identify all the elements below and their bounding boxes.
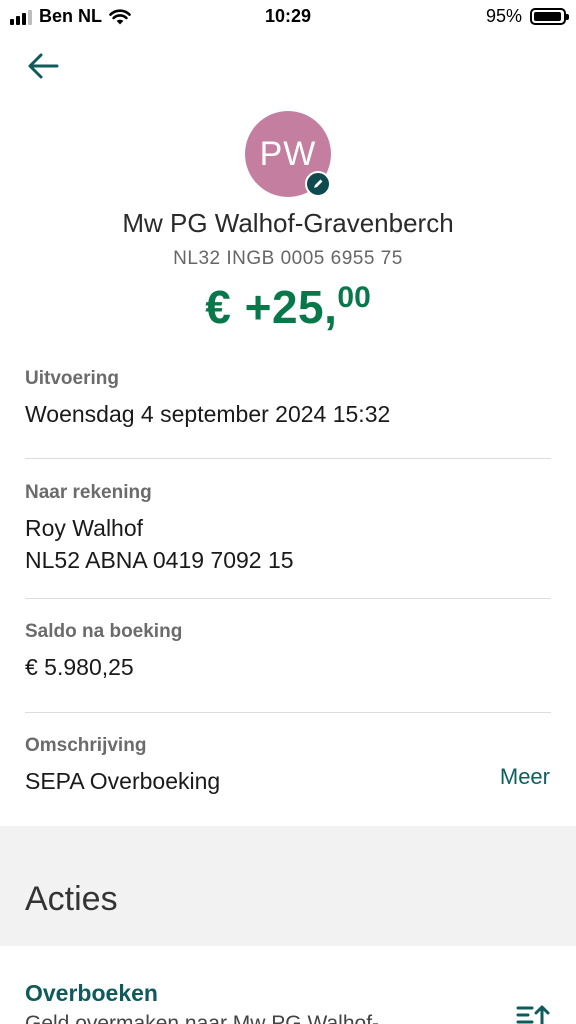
balance-section: Saldo na boeking € 5.980,25: [25, 621, 551, 683]
avatar-initials: PW: [259, 134, 317, 173]
more-link[interactable]: Meer: [500, 764, 550, 790]
pencil-icon: [314, 179, 323, 188]
transfer-icon: [516, 1005, 550, 1024]
battery-icon: [530, 8, 569, 25]
status-right: 95%: [485, 6, 569, 27]
status-bar: Ben NL 10:29 95%: [0, 0, 576, 34]
divider: [25, 458, 551, 459]
execution-value: Woensdag 4 september 2024 15:32: [25, 401, 391, 427]
arrow-left-icon: [28, 53, 59, 79]
balance-value: € 5.980,25: [25, 654, 134, 680]
action-title: Overboeken: [25, 980, 158, 1006]
actions-title: Acties: [25, 880, 118, 918]
action-description: Geld overmaken naar Mw PG Walhof-: [25, 1012, 380, 1024]
to-account-iban: NL52 ABNA 0419 7092 15: [25, 547, 294, 573]
to-account-section: Naar rekening Roy Walhof NL52 ABNA 0419 …: [25, 482, 551, 576]
counterparty-name: Mw PG Walhof-Gravenberch: [122, 208, 454, 238]
battery-percent: 95%: [485, 6, 522, 26]
edit-avatar-button[interactable]: [305, 171, 331, 197]
amount-main: € +25,: [205, 281, 338, 333]
divider: [25, 712, 551, 713]
divider: [25, 598, 551, 599]
counterparty-iban: NL32 INGB 0005 6955 75: [173, 248, 403, 269]
balance-label: Saldo na boeking: [25, 621, 183, 642]
transaction-amount: € +25,00: [0, 280, 576, 334]
back-button[interactable]: [24, 48, 62, 84]
transfer-action[interactable]: Overboeken Geld overmaken naar Mw PG Wal…: [0, 946, 576, 1024]
description-value: SEPA Overboeking: [25, 768, 221, 794]
to-account-label: Naar rekening: [25, 482, 152, 503]
description-section: Omschrijving SEPA Overboeking: [25, 735, 551, 797]
to-account-name: Roy Walhof: [25, 515, 144, 541]
description-label: Omschrijving: [25, 735, 147, 756]
amount-cents: 00: [337, 281, 371, 314]
execution-label: Uitvoering: [25, 368, 119, 389]
execution-section: Uitvoering Woensdag 4 september 2024 15:…: [25, 368, 551, 430]
